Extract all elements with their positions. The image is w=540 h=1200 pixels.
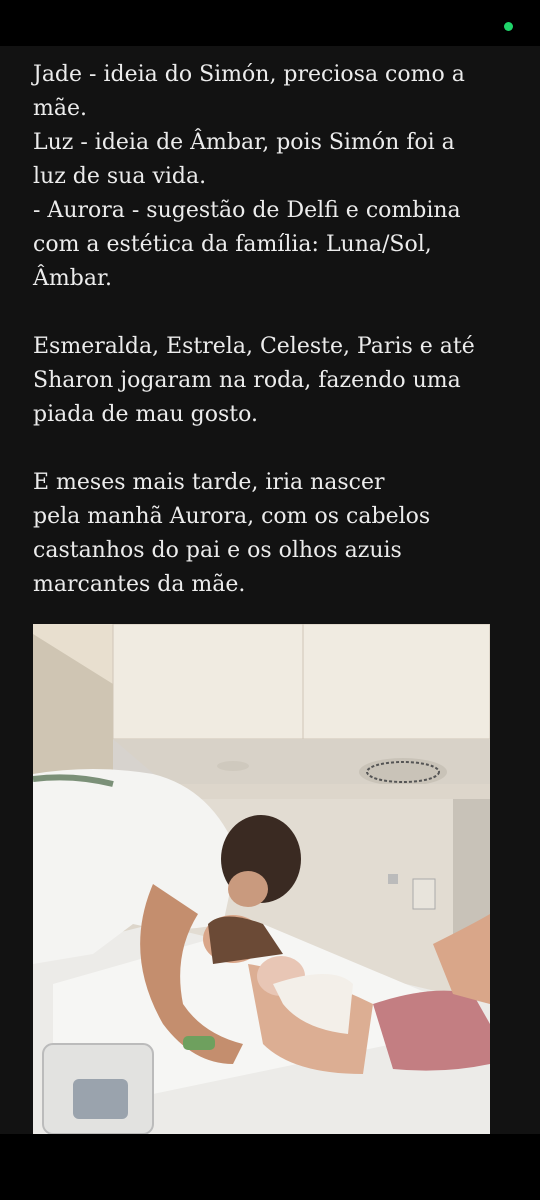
story-line: luz de sua vida.: [33, 164, 207, 189]
story-line: pela manhã Aurora, com os cabelos: [33, 504, 431, 529]
story-line: E meses mais tarde, iria nascer: [33, 470, 385, 495]
story-line: Luz - ideia de Âmbar, pois Simón foi a: [33, 130, 455, 155]
story-line: Jade - ideia do Simón, preciosa como a: [33, 62, 465, 87]
hospital-photo[interactable]: [33, 624, 490, 1134]
story-line: castanhos do pai e os olhos azuis: [33, 538, 402, 563]
story-line: Âmbar.: [33, 266, 113, 291]
story-line: marcantes da mãe.: [33, 572, 246, 597]
story-line: Sharon jogaram na roda, fazendo uma: [33, 368, 461, 393]
story-line: piada de mau gosto.: [33, 402, 258, 427]
story-text: Jade - ideia do Simón, preciosa como a m…: [33, 58, 513, 602]
story-line: Esmeralda, Estrela, Celeste, Paris e até: [33, 334, 475, 359]
story-line: - Aurora - sugestão de Delfi e combina: [33, 198, 461, 223]
story-line: mãe.: [33, 96, 87, 121]
status-bar: [0, 0, 540, 46]
story-line: com a estética da família: Luna/Sol,: [33, 232, 432, 257]
hospital-photo-icon: [33, 624, 490, 1134]
navigation-bar: [0, 1134, 540, 1200]
notification-dot-icon: [504, 22, 513, 31]
